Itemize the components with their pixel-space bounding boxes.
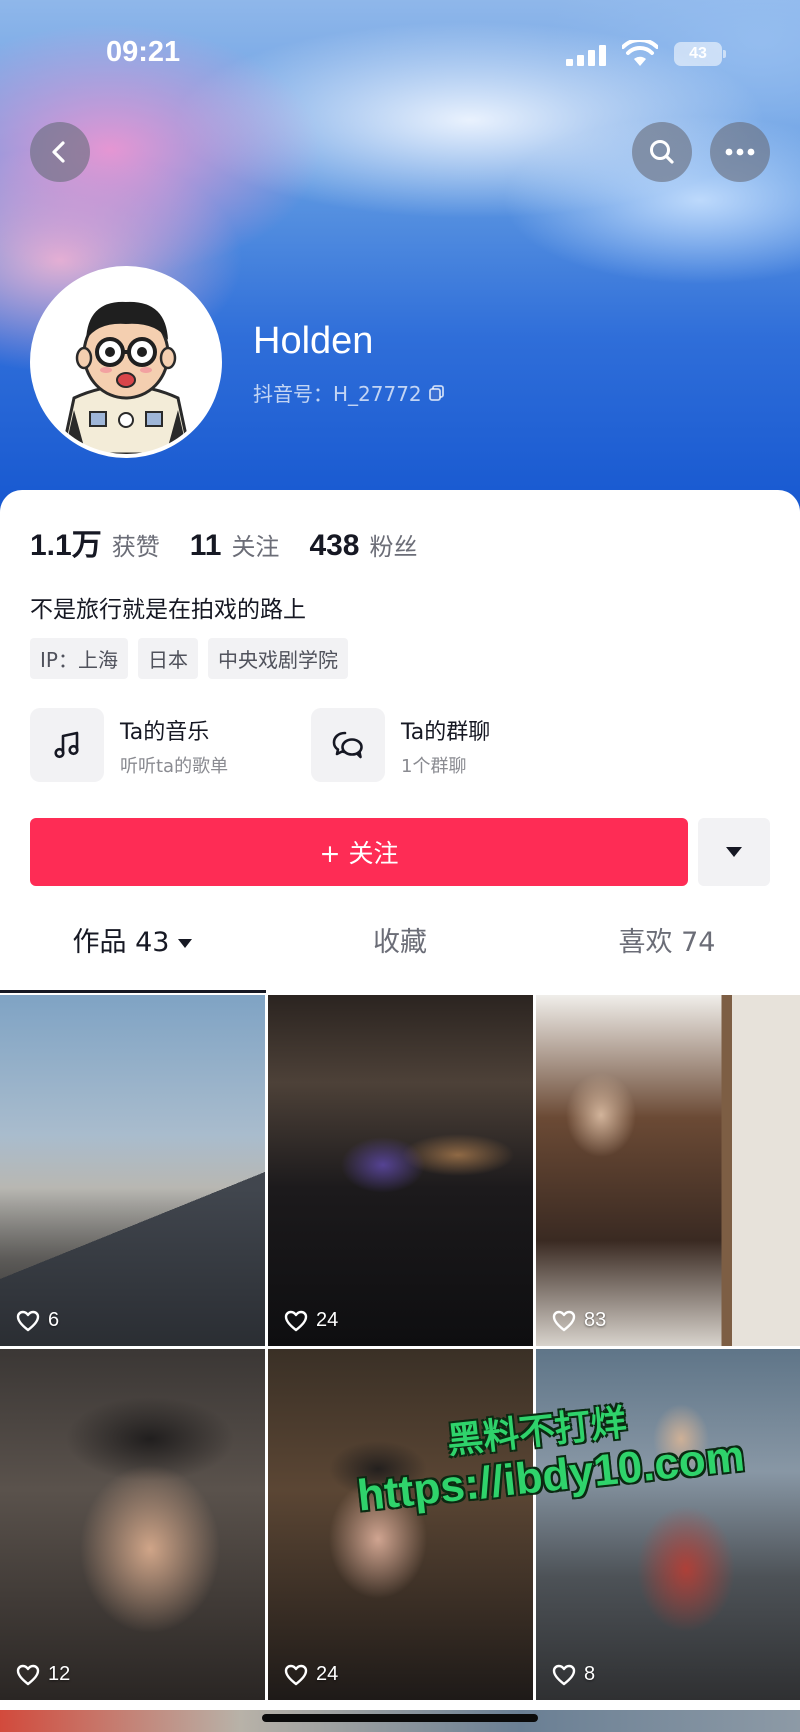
bio-text: 不是旅行就是在拍戏的路上 [30, 597, 306, 623]
heart-icon [16, 1664, 40, 1685]
like-count: 12 [16, 1663, 70, 1686]
stat-label: 获赞 [111, 533, 160, 561]
feature-row: Ta的音乐 听听ta的歌单 Ta的群聊 1个群聊 [30, 708, 770, 784]
feature-title: Ta的群聊 [401, 720, 491, 745]
stat-value: 438 [309, 529, 360, 562]
tag-ip: IP：上海 [30, 638, 128, 679]
tab-collect[interactable]: 收藏 [267, 920, 533, 982]
like-count: 24 [284, 1309, 338, 1332]
like-count: 8 [552, 1663, 595, 1686]
tag-list: IP：上海 日本 中央戏剧学院 [30, 638, 348, 679]
battery-indicator: 43 [674, 42, 722, 66]
more-dots-icon [725, 148, 755, 156]
stat-label: 粉丝 [369, 533, 418, 561]
video-thumbnail[interactable]: 6 [0, 995, 265, 1346]
stat-followers[interactable]: 438 粉丝 [309, 527, 417, 563]
chevron-left-icon [52, 141, 65, 163]
feature-icon-box [30, 708, 104, 782]
tag-location[interactable]: 日本 [137, 638, 198, 679]
tab-likes[interactable]: 喜欢 74 [534, 920, 800, 982]
stat-following[interactable]: 11 关注 [190, 527, 280, 563]
stat-label: 关注 [231, 533, 280, 561]
heart-icon [284, 1664, 308, 1685]
video-thumbnail[interactable]: 24 [268, 995, 533, 1346]
cartoon-avatar-icon [34, 270, 218, 454]
wifi-icon [622, 40, 658, 66]
like-count-value: 6 [48, 1309, 60, 1331]
video-thumbnail[interactable]: 83 [536, 995, 800, 1346]
heart-icon [284, 1310, 308, 1331]
like-count: 6 [16, 1309, 59, 1332]
back-button[interactable] [30, 122, 90, 182]
feature-subtitle: 1个群聊 [401, 756, 467, 777]
caret-down-icon [178, 939, 193, 948]
like-count-value: 83 [584, 1309, 607, 1331]
profile-banner: 09:21 43 Holden 抖音号：H_27772 [0, 0, 800, 520]
heart-icon [552, 1310, 576, 1331]
feature-icon-box [311, 708, 385, 782]
chat-bubbles-icon [332, 731, 363, 759]
signal-icon [566, 44, 608, 66]
home-indicator[interactable] [262, 1714, 538, 1722]
stat-value: 1.1万 [30, 529, 102, 562]
like-count: 24 [284, 1663, 338, 1686]
search-button[interactable] [632, 122, 692, 182]
like-count-value: 8 [584, 1663, 596, 1685]
search-icon [650, 140, 674, 164]
douyin-id-row[interactable]: 抖音号：H_27772 [253, 378, 446, 407]
more-button[interactable] [710, 122, 770, 182]
tab-label: 作品 43 [72, 927, 170, 958]
stat-likes[interactable]: 1.1万 获赞 [30, 520, 160, 564]
ta-music-entry[interactable]: Ta的音乐 听听ta的歌单 [30, 708, 300, 784]
feature-subtitle: 听听ta的歌单 [120, 756, 229, 777]
video-thumbnail[interactable]: 12 [0, 1349, 265, 1700]
heart-icon [552, 1664, 576, 1685]
like-count: 83 [552, 1309, 606, 1332]
profile-card: 1.1万 获赞 11 关注 438 粉丝 不是旅行就是在拍戏的路上 IP：上海 … [0, 490, 800, 1732]
tab-works[interactable]: 作品 43 [0, 920, 266, 982]
like-count-value: 24 [316, 1309, 339, 1331]
recommend-dropdown-button[interactable] [698, 818, 770, 886]
like-count-value: 24 [316, 1663, 339, 1685]
copy-icon[interactable] [428, 384, 446, 402]
music-note-icon [54, 731, 79, 759]
battery-tip [723, 50, 726, 58]
user-name: Holden [253, 320, 374, 362]
ta-group-chat-entry[interactable]: Ta的群聊 1个群聊 [311, 708, 581, 784]
avatar[interactable] [30, 266, 222, 458]
stat-value: 11 [189, 529, 222, 562]
heart-icon [16, 1310, 40, 1331]
status-bar: 09:21 43 [0, 0, 800, 110]
stats-row: 1.1万 获赞 11 关注 438 粉丝 [30, 520, 448, 564]
like-count-value: 12 [48, 1663, 71, 1685]
feature-title: Ta的音乐 [120, 720, 210, 745]
caret-down-icon [726, 847, 742, 857]
status-time: 09:21 [106, 36, 181, 68]
active-tab-indicator [0, 990, 266, 993]
douyin-id: 抖音号：H_27772 [253, 382, 422, 406]
tag-school[interactable]: 中央戏剧学院 [207, 638, 348, 679]
profile-tabs: 作品 43 收藏 喜欢 74 [0, 920, 800, 982]
follow-button[interactable]: + 关注 [30, 818, 688, 886]
